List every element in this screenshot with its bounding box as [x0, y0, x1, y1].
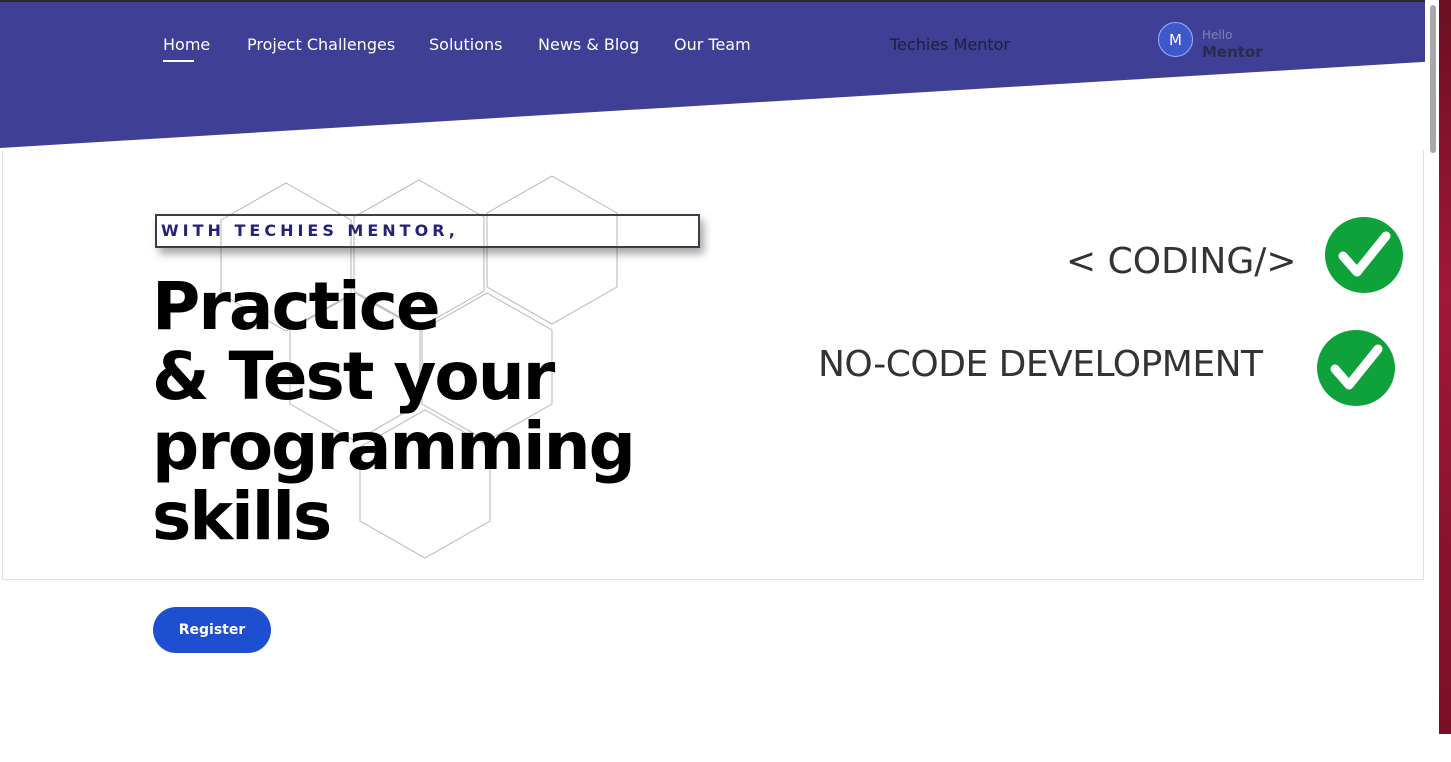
nav-project-challenges[interactable]: Project Challenges	[247, 35, 395, 55]
window-top-border	[0, 0, 1439, 2]
check-circle-icon	[1325, 217, 1403, 293]
headline-line-4: skills	[152, 478, 332, 555]
nav-our-team[interactable]: Our Team	[674, 35, 751, 55]
register-button[interactable]: Register	[153, 607, 271, 653]
hero-tagline: WITH TECHIES MENTOR,	[155, 214, 700, 248]
nav-news-blog[interactable]: News & Blog	[538, 35, 639, 55]
scrollbar-thumb[interactable]	[1430, 5, 1436, 153]
coding-label: < CODING/>	[1066, 241, 1297, 282]
headline-line-2: & Test your	[152, 338, 555, 415]
browser-page: Home Project Challenges Solutions News &…	[0, 0, 1439, 733]
hero-headline: Practice & Test your programming skills	[152, 268, 636, 555]
user-name[interactable]: Mentor	[1202, 43, 1263, 61]
user-greeting: Hello	[1202, 28, 1233, 42]
desktop-background-edge	[1439, 0, 1451, 734]
user-avatar[interactable]: M	[1158, 22, 1193, 57]
headline-line-3: programming	[152, 408, 636, 485]
check-circle-icon	[1317, 330, 1395, 406]
headline-line-1: Practice	[152, 268, 441, 345]
nav-solutions[interactable]: Solutions	[429, 35, 503, 55]
site-brand[interactable]: Techies Mentor	[890, 35, 1010, 55]
header-band	[0, 2, 1425, 148]
nav-home[interactable]: Home	[163, 35, 210, 62]
nocode-label: NO-CODE DEVELOPMENT	[818, 344, 1263, 385]
